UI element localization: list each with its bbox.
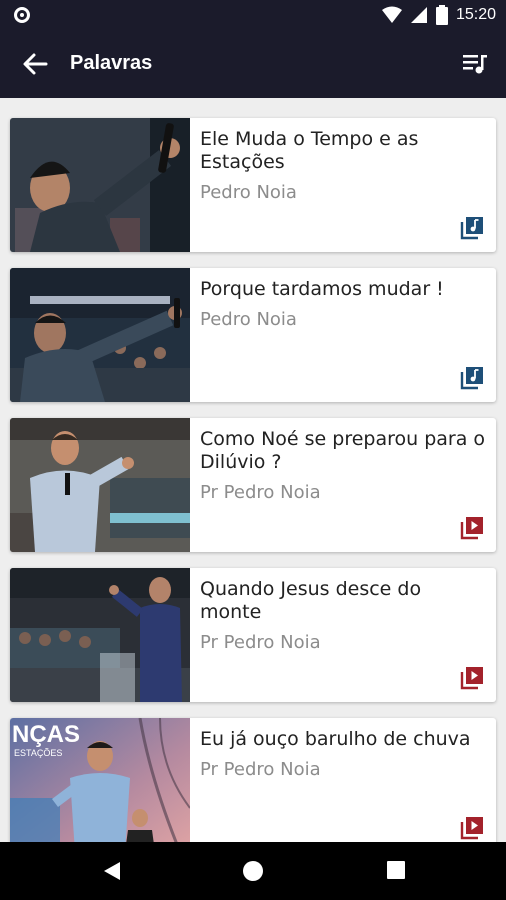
wifi-icon <box>381 6 402 23</box>
thumb-banner-subtext: ESTAÇÕES <box>14 748 62 758</box>
square-recent-icon[interactable] <box>386 860 406 880</box>
app-bar: Palavras <box>0 30 506 98</box>
system-nav-bar <box>0 842 506 900</box>
arrow-back-icon[interactable] <box>22 52 48 76</box>
status-bar: 15:20 <box>0 0 506 30</box>
thumbnail-image <box>10 118 190 252</box>
item-info: Porque tardamos mudar ! Pedro Noia <box>190 268 496 402</box>
list-item[interactable]: Quando Jesus desce do monte Pr Pedro Noi… <box>10 568 496 702</box>
item-title: Quando Jesus desce do monte <box>200 578 422 623</box>
item-title: Eu já ouço barulho de chuva <box>200 728 471 750</box>
item-author: Pedro Noia <box>200 309 297 330</box>
item-title: Porque tardamos mudar ! <box>200 278 444 300</box>
list-item[interactable]: NÇAS ESTAÇÕES Eu já ouço barulho de chuv… <box>10 718 496 842</box>
status-time: 15:20 <box>455 6 496 23</box>
item-author: Pr Pedro Noia <box>200 759 321 780</box>
thumbnail-image: NÇAS ESTAÇÕES <box>10 718 190 842</box>
list-item[interactable]: Como Noé se preparou para o Dilúvio ? Pr… <box>10 418 496 552</box>
battery-icon <box>435 5 448 25</box>
thumbnail-image <box>10 568 190 702</box>
item-info: Quando Jesus desce do monte Pr Pedro Noi… <box>190 568 496 702</box>
notification-icon <box>14 7 30 23</box>
video-library-icon <box>460 517 483 540</box>
item-info: Eu já ouço barulho de chuva Pr Pedro Noi… <box>190 718 496 842</box>
thumb-banner-text: NÇAS <box>12 721 80 748</box>
thumbnail-image <box>10 268 190 402</box>
item-title: Ele Muda o Tempo e as Estações <box>200 128 419 173</box>
circle-home-icon[interactable] <box>242 860 264 882</box>
sermon-list: Ele Muda o Tempo e as Estações Pedro Noi… <box>0 98 506 842</box>
signal-icon <box>410 7 427 23</box>
thumbnail-image <box>10 418 190 552</box>
music-library-icon <box>460 367 483 390</box>
item-title: Como Noé se preparou para o Dilúvio ? <box>200 428 486 473</box>
item-author: Pedro Noia <box>200 182 297 203</box>
item-info: Ele Muda o Tempo e as Estações Pedro Noi… <box>190 118 496 252</box>
video-library-icon <box>460 817 483 840</box>
music-library-icon <box>460 217 483 240</box>
item-author: Pr Pedro Noia <box>200 482 321 503</box>
video-library-icon <box>460 667 483 690</box>
list-item[interactable]: Ele Muda o Tempo e as Estações Pedro Noi… <box>10 118 496 252</box>
page-title: Palavras <box>70 52 153 74</box>
item-info: Como Noé se preparou para o Dilúvio ? Pr… <box>190 418 496 552</box>
triangle-back-icon[interactable] <box>100 860 122 882</box>
item-author: Pr Pedro Noia <box>200 632 321 653</box>
status-icons: 15:20 <box>381 5 496 25</box>
playlist-music-icon[interactable] <box>462 52 488 76</box>
list-item[interactable]: Porque tardamos mudar ! Pedro Noia <box>10 268 496 402</box>
